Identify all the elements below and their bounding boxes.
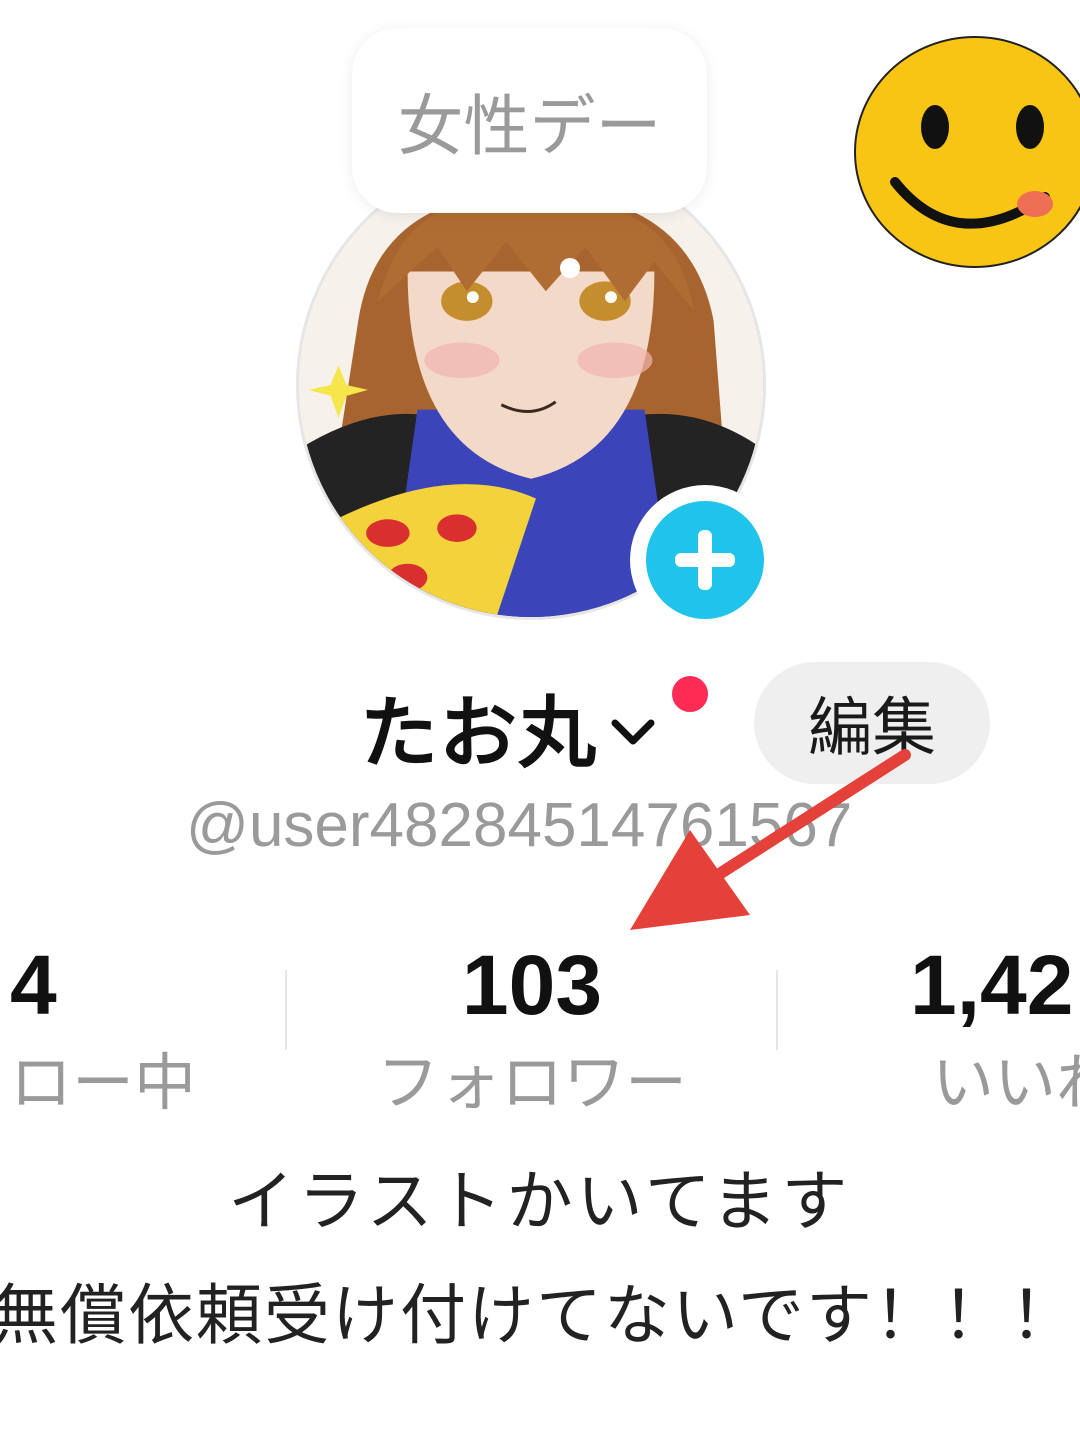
likes-label: いいね — [932, 1046, 1080, 1119]
display-name: たお丸 — [360, 689, 598, 779]
add-photo-button[interactable] — [630, 485, 780, 635]
smiley-face-tongue-icon — [854, 36, 1080, 268]
status-bubble[interactable]: 女性デー — [352, 28, 707, 213]
followers-count: 103 — [461, 938, 603, 1032]
stat-followers[interactable]: 103 フォロワー — [372, 935, 692, 1123]
status-text: 女性デー — [397, 87, 662, 165]
status-bubble-tail — [560, 258, 580, 278]
following-label: ロー中 — [10, 1046, 197, 1119]
bio-line: 無償依頼受け付けてないです！！！ — [0, 1277, 1079, 1354]
profile-page: 女性デー たお丸 編集 @user48284514761567 4 ロー中 10… — [0, 0, 1080, 1440]
name-row: たお丸 — [360, 672, 657, 782]
username: @user48284514761567 — [186, 791, 853, 860]
edit-profile-button[interactable]: 編集 — [754, 662, 990, 784]
chevron-down-icon[interactable] — [609, 707, 657, 755]
stat-following[interactable]: 4 ロー中 — [10, 935, 196, 1123]
plus-icon — [646, 501, 764, 619]
following-count: 4 — [10, 938, 57, 1032]
followers-label: フォロワー — [376, 1046, 687, 1119]
stat-likes[interactable]: 1,42 いいね — [910, 935, 1080, 1123]
bio-line: イラストかいてます — [228, 1163, 852, 1240]
stat-divider — [285, 970, 287, 1050]
likes-count: 1,42 — [910, 938, 1074, 1032]
stat-divider — [776, 970, 778, 1050]
notification-dot — [668, 672, 712, 716]
